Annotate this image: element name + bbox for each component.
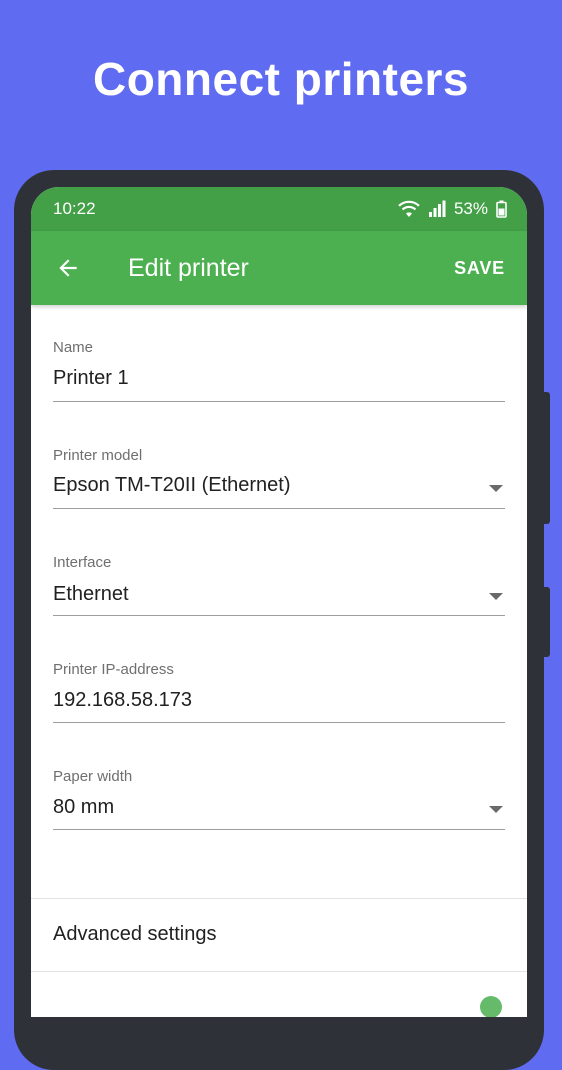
printer-model-label: Printer model	[53, 447, 143, 464]
divider	[31, 971, 527, 972]
paper-width-select[interactable]: 80 mm	[53, 796, 114, 819]
interface-underline	[53, 615, 505, 616]
wifi-icon	[398, 200, 420, 217]
back-arrow-icon[interactable]	[55, 255, 81, 281]
phone-side-button	[544, 392, 550, 524]
toggle-indicator[interactable]	[480, 996, 502, 1017]
headline: Connect printers	[92, 53, 470, 105]
ip-address-underline	[53, 722, 505, 723]
advanced-settings-item[interactable]: Advanced settings	[53, 923, 216, 946]
name-label: Name	[53, 339, 94, 356]
ip-address-input[interactable]: 192.168.58.173	[53, 689, 192, 712]
name-underline	[53, 401, 505, 402]
dropdown-arrow-icon[interactable]	[489, 806, 503, 813]
status-bar: 10:22 53%	[31, 187, 527, 231]
app-bar: Edit printer SAVE	[31, 231, 527, 305]
battery-icon	[496, 200, 507, 218]
ip-address-label: Printer IP-address	[53, 661, 174, 678]
name-input[interactable]: Printer 1	[53, 367, 129, 390]
page-title: Edit printer	[128, 253, 249, 282]
phone-side-button	[544, 587, 550, 657]
save-button[interactable]: SAVE	[454, 258, 505, 279]
battery-percent: 53%	[453, 199, 488, 218]
divider	[31, 898, 527, 899]
interface-label: Interface	[53, 554, 112, 571]
paper-width-underline	[53, 829, 505, 830]
status-time: 10:22	[53, 199, 96, 218]
paper-width-label: Paper width	[53, 768, 133, 785]
dropdown-arrow-icon[interactable]	[489, 593, 503, 600]
phone-screen: 10:22 53% Edit printer SAVE Name Printer…	[31, 187, 527, 1017]
dropdown-arrow-icon[interactable]	[489, 485, 503, 492]
signal-icon	[428, 200, 446, 217]
printer-model-underline	[53, 508, 505, 509]
printer-model-select[interactable]: Epson TM-T20II (Ethernet)	[53, 474, 291, 497]
interface-select[interactable]: Ethernet	[53, 583, 129, 606]
status-icons: 53%	[398, 199, 507, 219]
